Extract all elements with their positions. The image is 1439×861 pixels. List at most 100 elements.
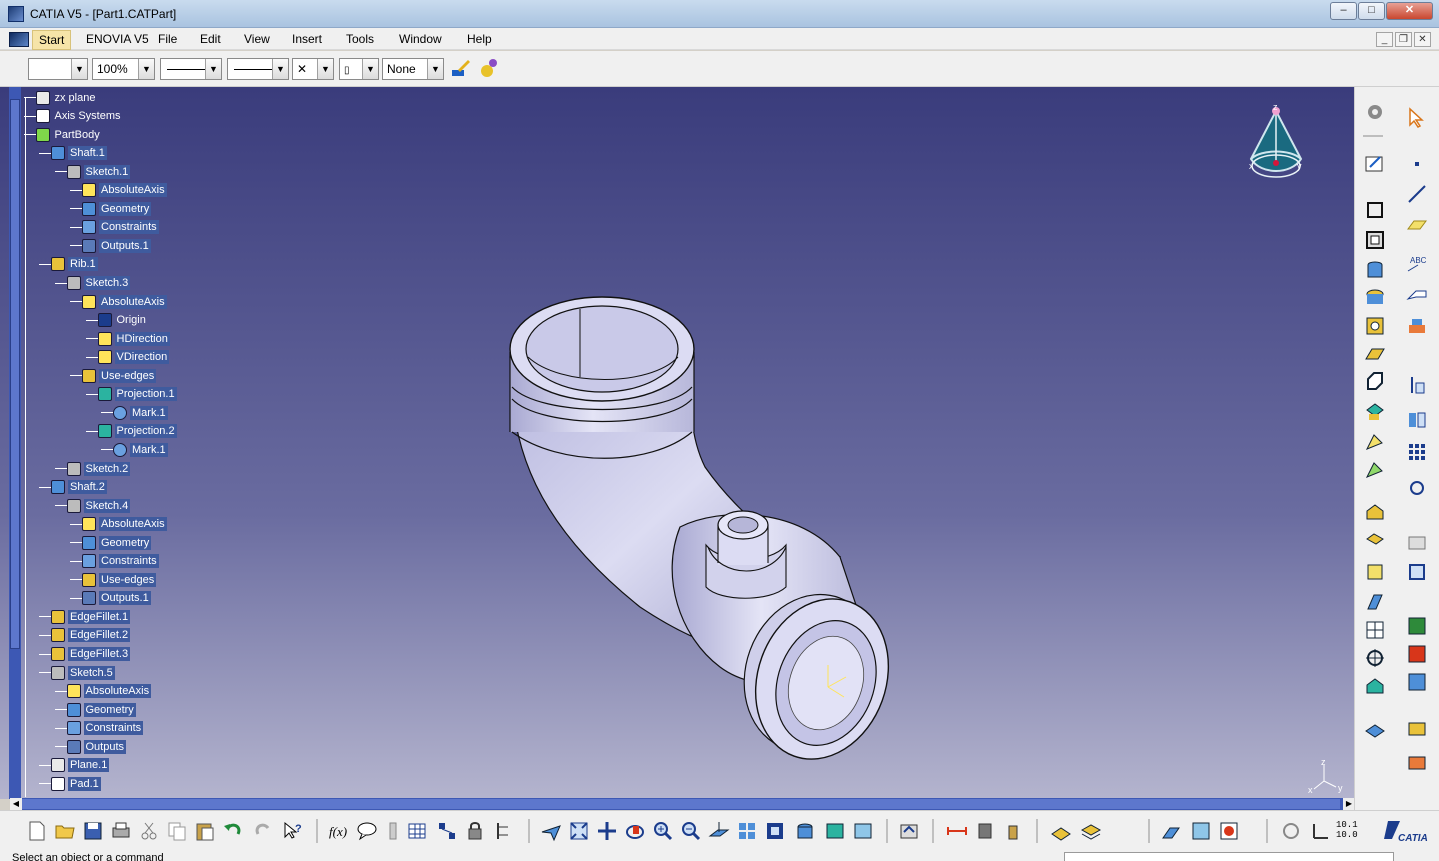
tree-node[interactable]: Sketch.5 [51,664,115,681]
thickness-icon[interactable] [1364,531,1386,553]
groove-icon[interactable] [1364,287,1386,309]
tree-node[interactable]: Constraints [66,720,144,737]
catalog-tree-icon[interactable] [436,820,458,842]
chevron-down-icon[interactable]: ▼ [362,59,378,79]
save-icon[interactable] [82,820,104,842]
apply-material-icon[interactable] [1364,719,1386,741]
copy-icon[interactable] [166,820,188,842]
tree-node[interactable]: AbsoluteAxis [82,516,167,533]
tree-node[interactable]: zx plane [35,89,98,106]
menu-help[interactable]: Help [467,32,492,46]
tree-node[interactable]: EdgeFillet.2 [51,627,131,644]
tree-node[interactable]: AbsoluteAxis [66,683,152,700]
multi-view-icon[interactable] [736,820,758,842]
boolean-icon[interactable] [1406,531,1428,553]
horizontal-scroll-thumb[interactable] [22,799,1340,809]
remove-face-icon[interactable] [1364,591,1386,613]
axis-orient-icon[interactable] [1308,820,1330,842]
snapshot-icon[interactable] [1160,820,1182,842]
new-file-icon[interactable] [26,820,48,842]
chevron-down-icon[interactable]: ▼ [427,59,443,79]
print-icon[interactable] [110,820,132,842]
line-icon[interactable] [1406,183,1428,205]
tree-node[interactable]: Mark.1 [113,441,168,458]
gear-icon[interactable] [1364,101,1386,123]
menu-enovia[interactable]: ENOVIA V5 [86,32,149,46]
sketch-analysis-icon[interactable] [1364,619,1386,641]
close-button[interactable]: ✕ [1386,2,1433,20]
mirror-icon[interactable] [1406,409,1428,431]
transparency-combo[interactable]: 100% ▼ [92,58,155,80]
scroll-left-icon[interactable]: ◀ [10,798,22,810]
pad-icon[interactable] [1364,199,1386,221]
menu-insert[interactable]: Insert [292,32,322,46]
fly-mode-icon[interactable] [540,820,562,842]
tree-node[interactable]: Plane.1 [51,757,110,774]
menu-file[interactable]: File [158,32,177,46]
render-icon[interactable] [1190,820,1212,842]
tree-node[interactable]: Rib.1 [51,256,98,273]
format-painter-icon[interactable] [450,58,472,80]
whats-this-icon[interactable]: ? [282,820,304,842]
draft-icon[interactable] [1364,459,1386,481]
undo-icon[interactable] [222,820,244,842]
select-arrow-icon[interactable] [1406,107,1428,129]
formula-icon[interactable]: f(x) [328,820,350,842]
thread-icon[interactable] [1364,561,1386,583]
menu-start[interactable]: Start [32,30,72,50]
tree-node[interactable]: Outputs [66,738,127,755]
tree-node[interactable]: AbsoluteAxis [82,182,167,199]
tree-node[interactable]: Use-edges [82,367,157,384]
apply-material-bottom-icon[interactable] [1050,820,1072,842]
comment-icon[interactable] [356,820,378,842]
tree-node[interactable]: Axis Systems [35,108,123,125]
pocket-icon[interactable] [1364,229,1386,251]
layer-combo[interactable]: None ▼ [382,58,444,80]
text-abc-icon[interactable]: ABC [1406,253,1428,275]
tree-node[interactable]: Mark.1 [113,404,168,421]
zoom-in-icon[interactable] [652,820,674,842]
structure-icon[interactable] [492,820,514,842]
measure-between-icon[interactable] [946,820,968,842]
redo-icon[interactable] [252,820,274,842]
compass-icon[interactable]: z x y [1243,103,1309,185]
tree-node[interactable]: AbsoluteAxis [82,293,167,310]
tree-node[interactable]: Sketch.2 [66,460,131,477]
fit-all-icon[interactable] [568,820,590,842]
hole-icon[interactable] [1364,315,1386,337]
open-folder-icon[interactable] [54,820,76,842]
menu-edit[interactable]: Edit [200,32,221,46]
doc-restore-button[interactable]: ❐ [1395,32,1412,47]
plane-icon[interactable] [1406,213,1428,235]
tree-node[interactable]: Origin [97,312,148,329]
rotate-icon[interactable] [624,820,646,842]
knowledge-rule-icon[interactable] [382,820,404,842]
horizontal-scrollbar[interactable]: ◀ ▶ [10,798,1355,810]
catalog-browser-icon[interactable] [1406,717,1428,739]
annotation-icon[interactable] [1406,283,1428,305]
shell-icon[interactable] [1364,501,1386,523]
rib-icon[interactable] [1364,343,1386,365]
tree-node[interactable]: HDirection [97,330,170,347]
tree-node[interactable]: PartBody [35,126,102,143]
command-input[interactable] [1064,852,1394,861]
tree-node[interactable]: Shaft.1 [51,145,107,162]
swap-visible-icon[interactable] [852,820,874,842]
tree-node[interactable]: Geometry [82,534,152,551]
doc-close-button[interactable]: ✕ [1414,32,1431,47]
menu-window[interactable]: Window [399,32,442,46]
tree-node[interactable]: Geometry [82,200,152,217]
menu-tools[interactable]: Tools [346,32,374,46]
pan-icon[interactable] [596,820,618,842]
scale-icon[interactable] [1406,477,1428,499]
tree-node[interactable]: Outputs.1 [82,590,151,607]
analysis-icon[interactable] [1218,820,1240,842]
point-icon[interactable] [1406,153,1428,175]
tree-node[interactable]: Sketch.1 [66,163,131,180]
tree-node[interactable]: VDirection [97,349,170,366]
sketcher-icon[interactable] [1364,153,1386,175]
lineweight-combo[interactable]: ▼ [227,58,289,80]
tree-node[interactable]: Pad.1 [51,775,101,792]
color-combo[interactable]: ▼ [28,58,88,80]
hide-show-icon[interactable] [824,820,846,842]
